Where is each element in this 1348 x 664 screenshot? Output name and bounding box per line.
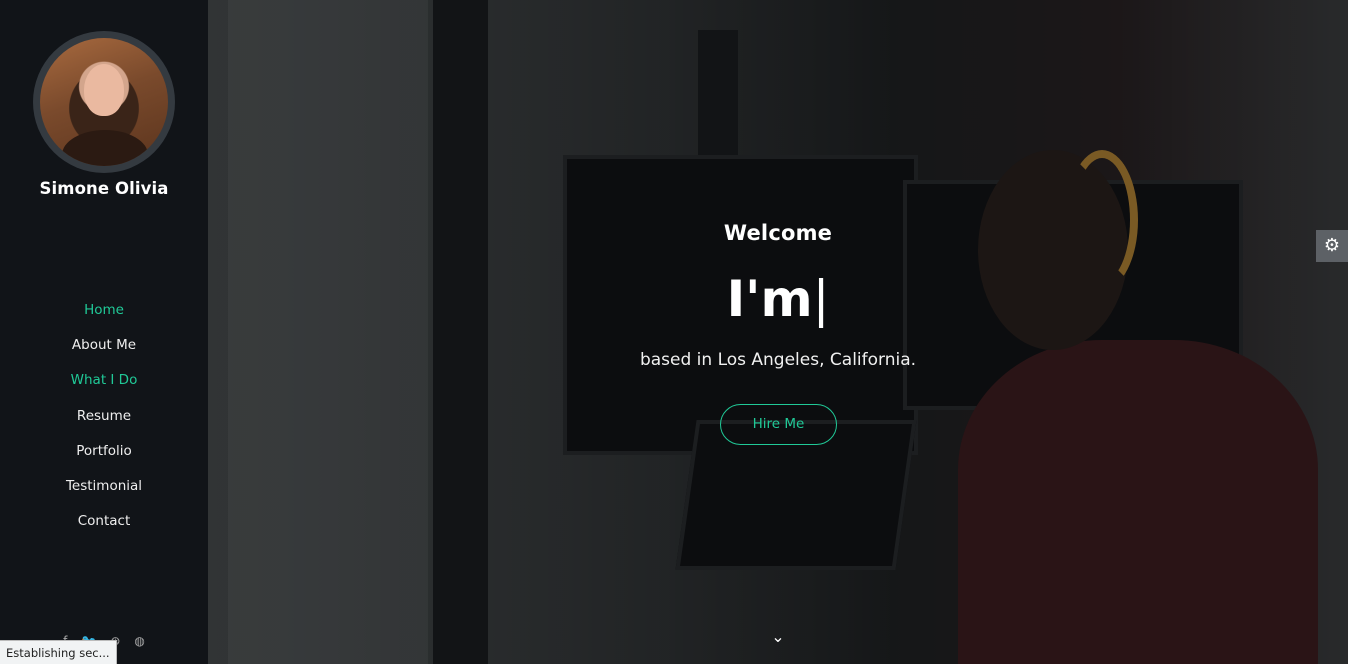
avatar	[33, 31, 175, 173]
chevron-down-icon[interactable]: ⌄	[769, 628, 787, 646]
nav-item-contact[interactable]: Contact	[0, 511, 208, 546]
hire-me-button[interactable]: Hire Me	[720, 404, 837, 445]
nav-item-home[interactable]: Home	[0, 300, 208, 335]
typing-cursor: |	[812, 270, 830, 328]
window-frame	[433, 0, 488, 664]
profile-name: Simone Olivia	[39, 179, 169, 198]
profile-photo	[40, 38, 168, 166]
headline-text: I'm	[726, 270, 813, 328]
background-window	[228, 0, 428, 664]
nav-item-resume[interactable]: Resume	[0, 406, 208, 441]
hero-headline: I'm|	[208, 270, 1348, 328]
nav-item-testimonial[interactable]: Testimonial	[0, 476, 208, 511]
sidebar: Simone Olivia Home About Me What I Do Re…	[0, 0, 208, 664]
github-icon[interactable]: ◍	[134, 634, 144, 652]
sidebar-nav: Home About Me What I Do Resume Portfolio…	[0, 300, 208, 546]
browser-status-bar: Establishing sec...	[0, 640, 117, 664]
welcome-text: Welcome	[723, 221, 833, 245]
hero-section: Welcome I'm| based in Los Angeles, Calif…	[208, 0, 1348, 664]
nav-item-what-i-do[interactable]: What I Do	[0, 370, 208, 405]
gear-icon[interactable]: ⚙	[1316, 230, 1348, 262]
location-text: based in Los Angeles, California.	[639, 350, 917, 370]
nav-item-portfolio[interactable]: Portfolio	[0, 441, 208, 476]
nav-item-about-me[interactable]: About Me	[0, 335, 208, 370]
headphone-illustration	[1066, 150, 1138, 290]
person-illustration	[958, 340, 1318, 664]
